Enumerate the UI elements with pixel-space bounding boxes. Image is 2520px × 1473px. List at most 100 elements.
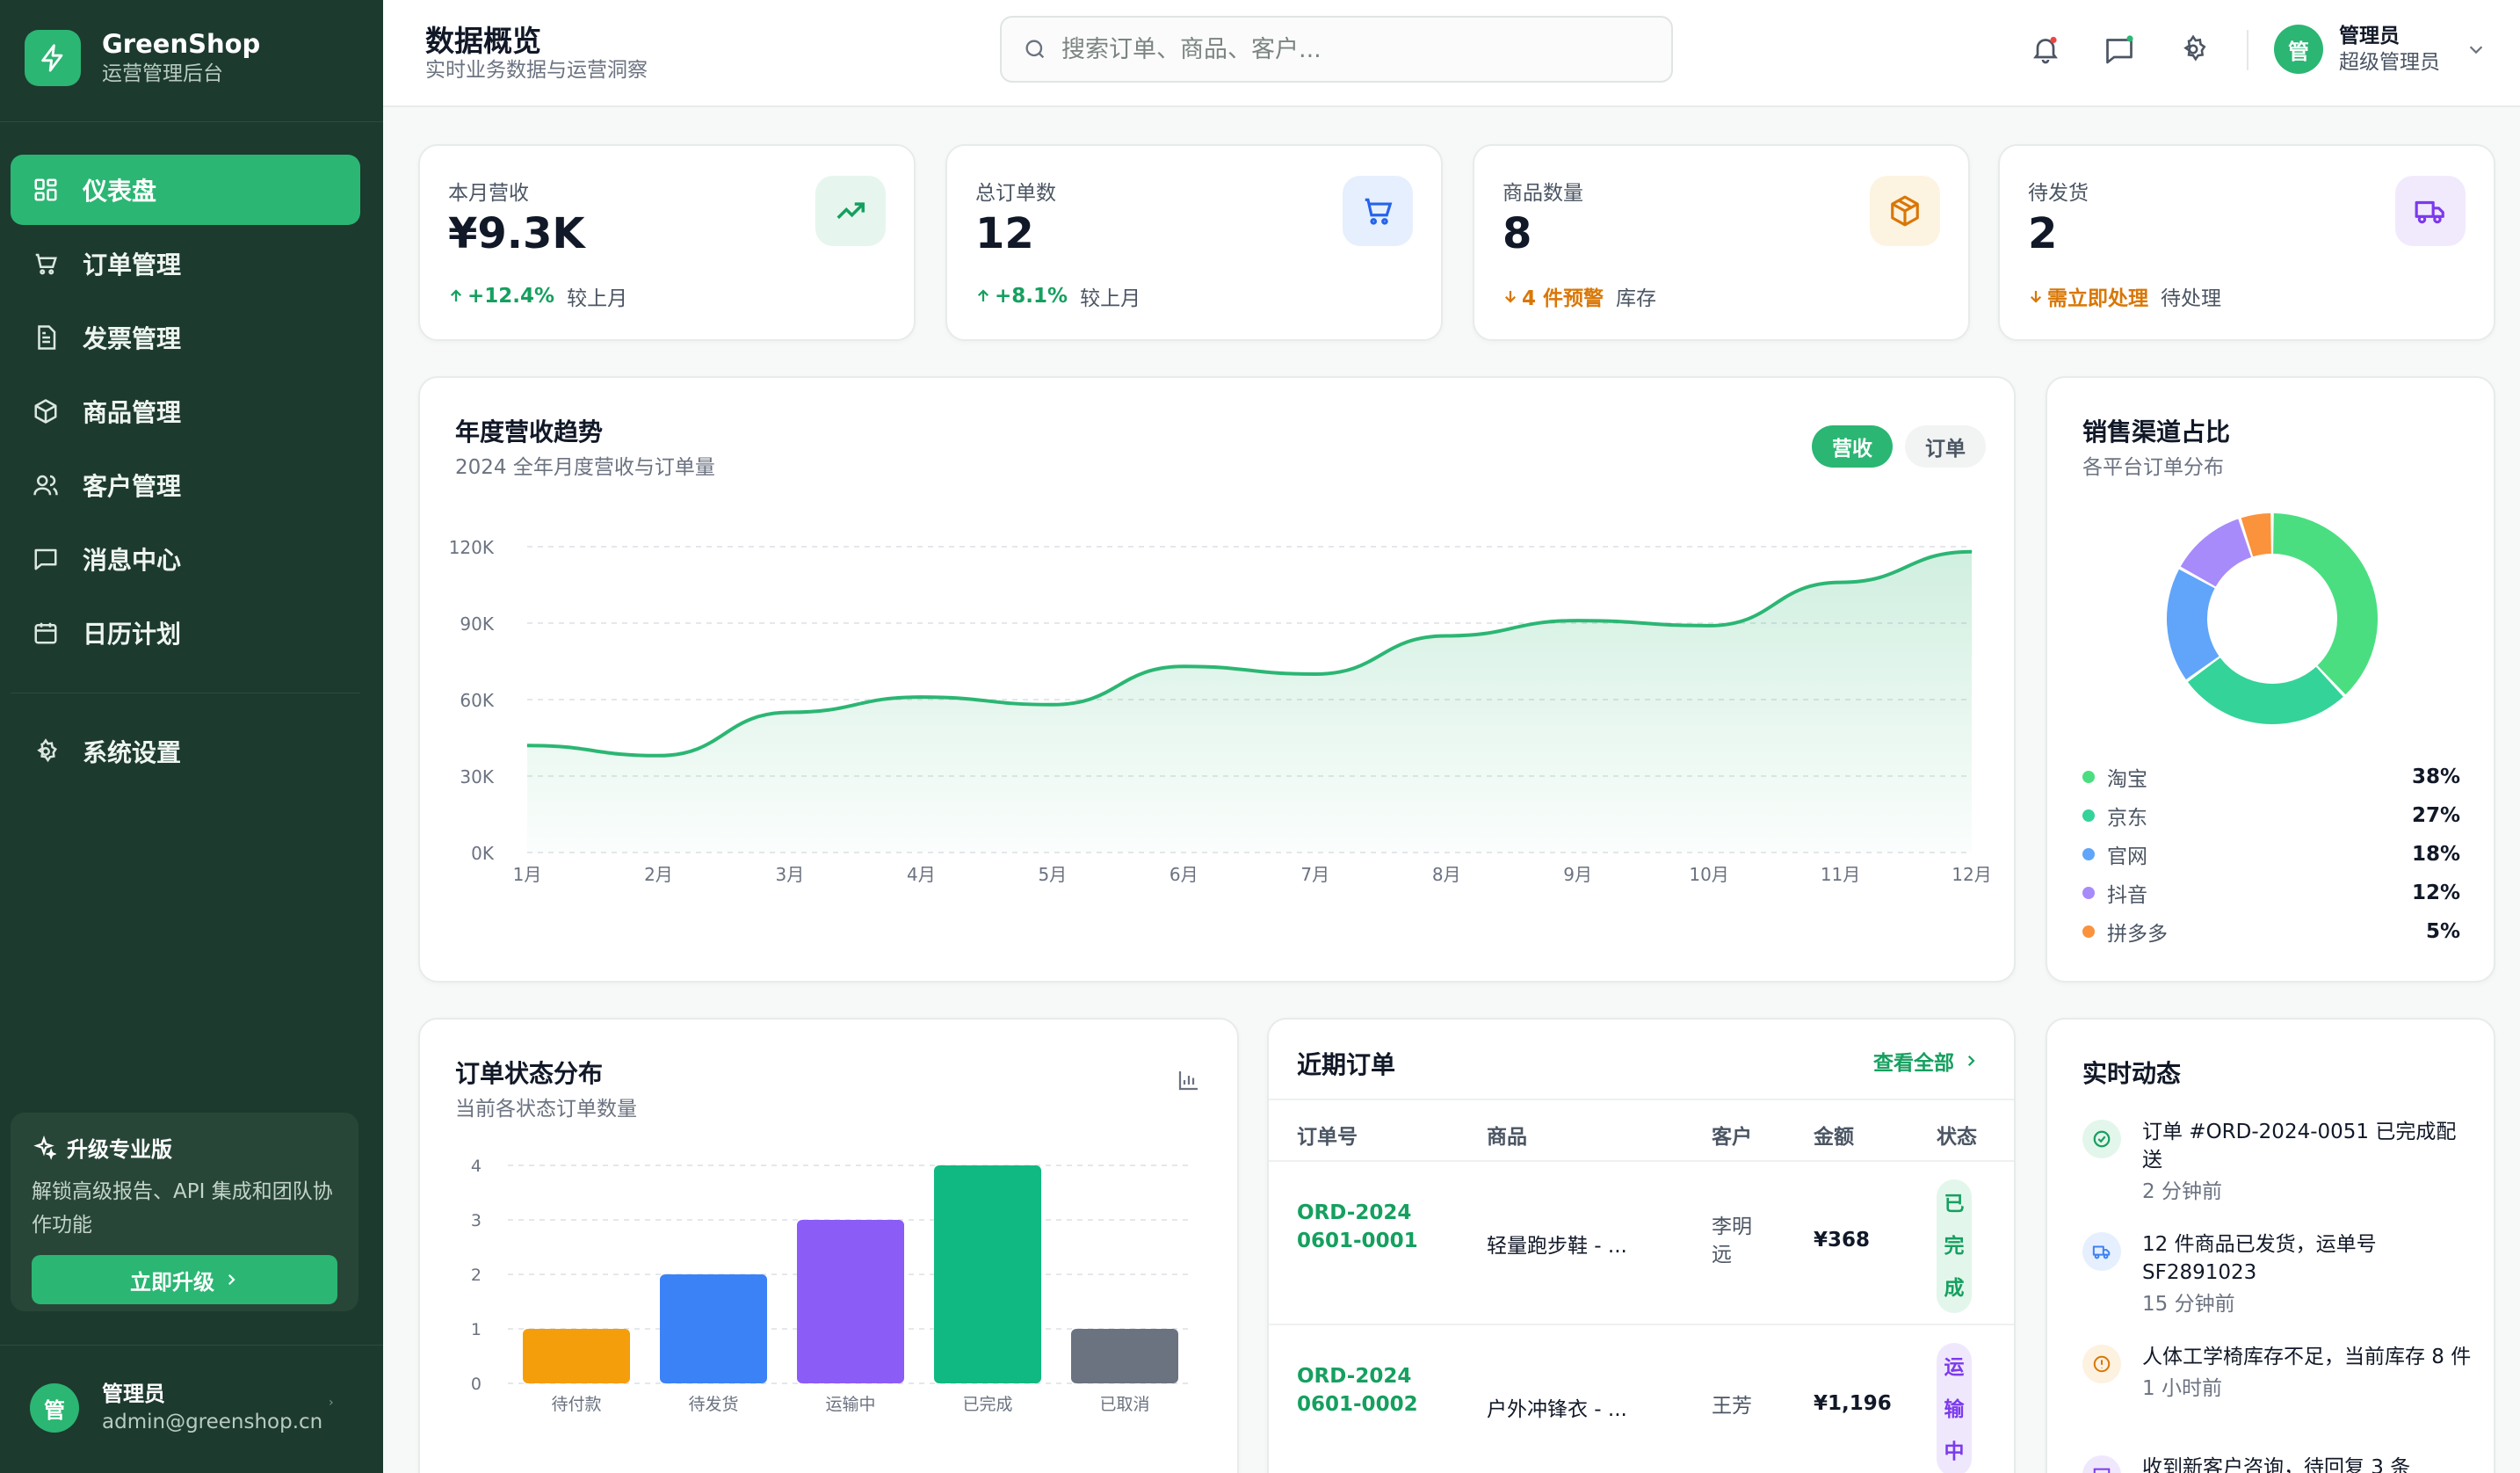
legend-value: 5% <box>2425 920 2460 943</box>
bar[interactable] <box>523 1329 630 1383</box>
users-icon <box>32 471 60 499</box>
data-point <box>1052 704 1054 706</box>
y-tick-label: 3 <box>471 1211 482 1230</box>
channel-donut-chart <box>2167 513 2378 724</box>
toggle-orders[interactable]: 订单 <box>1905 425 1986 468</box>
stat-card-revenue[interactable]: 本月营收 ¥9.3K +12.4% 较上月 <box>418 144 916 341</box>
x-tick-label: 10月 <box>1689 864 1728 885</box>
order-amount: ¥368 <box>1814 1229 1871 1252</box>
stat-value: 8 <box>1503 209 1532 258</box>
data-point <box>657 755 659 757</box>
column-header: 金额 <box>1814 1126 1854 1149</box>
toggle-revenue[interactable]: 营收 <box>1812 425 1893 468</box>
customer-name: 王芳 <box>1712 1395 1752 1418</box>
data-point <box>1708 625 1710 627</box>
legend-swatch <box>2082 887 2095 899</box>
sidebar-item-customers[interactable]: 客户管理 <box>11 450 360 520</box>
truck-icon <box>2082 1232 2121 1271</box>
stat-card-orders[interactable]: 总订单数 12 +8.1% 较上月 <box>945 144 1443 341</box>
y-tick-label: 120K <box>449 537 495 558</box>
stat-note: 较上月 <box>567 287 628 310</box>
top-header: 数据概览 实时业务数据与运营洞察 管 管理员 超级管理员 <box>383 0 2520 107</box>
avatar: 管 <box>2274 25 2323 74</box>
divider <box>0 121 383 122</box>
divider <box>0 1345 383 1346</box>
stat-card-pending-shipment[interactable]: 待发货 2 需立即处理 待处理 <box>1998 144 2495 341</box>
brand[interactable]: GreenShop 运营管理后台 <box>25 26 260 90</box>
bar[interactable] <box>797 1220 904 1383</box>
legend-item[interactable]: 官网 18% <box>2082 835 2460 874</box>
trending-up-icon <box>815 176 886 246</box>
truck-icon <box>2395 176 2466 246</box>
chevron-right-icon <box>1967 1055 1975 1067</box>
x-tick-label: 待发货 <box>688 1395 738 1414</box>
view-all-label: 查看全部 <box>1873 1052 1954 1075</box>
bar[interactable] <box>934 1165 1041 1383</box>
sidebar-item-messages[interactable]: 消息中心 <box>11 524 360 594</box>
sidebar-item-calendar[interactable]: 日历计划 <box>11 598 360 668</box>
x-tick-label: 8月 <box>1432 864 1461 885</box>
sidebar-item-label: 仪表盘 <box>83 177 157 206</box>
divider <box>2247 30 2248 70</box>
stat-card-products[interactable]: 商品数量 8 4 件预警 库存 <box>1473 144 1970 341</box>
sidebar-user[interactable]: 管 管理员 admin@greenshop.cn › <box>30 1380 334 1436</box>
data-point <box>1314 673 1316 675</box>
settings-button[interactable] <box>2174 30 2212 69</box>
bar-chart-icon[interactable] <box>1176 1067 1202 1097</box>
sidebar-item-dashboard[interactable]: 仪表盘 <box>11 155 360 225</box>
search-box[interactable] <box>1000 16 1673 83</box>
order-id[interactable]: ORD-20240601-0002 <box>1297 1362 1420 1419</box>
user-name: 管理员 <box>102 1382 165 1406</box>
sidebar-item-products[interactable]: 商品管理 <box>11 376 360 446</box>
view-all-link[interactable]: 查看全部 <box>1873 1046 1979 1076</box>
y-tick-label: 4 <box>471 1157 482 1176</box>
order-status-card: 订单状态分布 当前各状态订单数量 0 1 2 3 4 待付款 待发货 运输中 已完成 已取消 <box>418 1018 1239 1473</box>
table-row[interactable]: ORD-20240601-0002 户外冲锋衣 - ... 王芳 ¥1,196 … <box>1269 1325 2014 1473</box>
legend-swatch <box>2082 925 2095 938</box>
avatar: 管 <box>30 1383 79 1433</box>
sidebar: GreenShop 运营管理后台 仪表盘 订单管理 发票管理 商品管理 客户管理… <box>0 0 383 1473</box>
order-amount: ¥1,196 <box>1814 1392 1892 1415</box>
legend-swatch <box>2082 848 2095 860</box>
sidebar-item-orders[interactable]: 订单管理 <box>11 229 360 299</box>
upgrade-button[interactable]: 立即升级 <box>32 1255 337 1304</box>
column-header: 客户 <box>1712 1126 1752 1149</box>
package-icon <box>1870 176 1940 246</box>
sidebar-item-label: 日历计划 <box>83 620 182 649</box>
y-tick-label: 1 <box>471 1320 482 1339</box>
sidebar-item-invoices[interactable]: 发票管理 <box>11 302 360 373</box>
messages-button[interactable] <box>2100 30 2139 69</box>
activity-time: 15 分钟前 <box>2142 1293 2235 1316</box>
pie-slice[interactable] <box>2167 569 2219 680</box>
notification-button[interactable] <box>2026 30 2065 69</box>
table-row[interactable]: ORD-20240601-0001 轻量跑步鞋 - ... 李明远 ¥368 已… <box>1269 1162 2014 1325</box>
customer-name: 李明远 <box>1712 1215 1752 1266</box>
search-icon <box>1025 40 1045 59</box>
y-tick-label: 30K <box>460 766 494 787</box>
stat-label: 待发货 <box>2028 182 2089 205</box>
sidebar-item-settings[interactable]: 系统设置 <box>11 716 360 787</box>
bar[interactable] <box>660 1274 767 1383</box>
stat-value: ¥9.3K <box>448 209 585 258</box>
bell-icon <box>2033 36 2058 64</box>
data-point <box>1445 635 1447 636</box>
bar[interactable] <box>1071 1329 1178 1383</box>
chevron-right-icon <box>228 1273 235 1286</box>
more-icon[interactable]: › <box>329 1396 334 1410</box>
recent-orders-card: 近期订单 查看全部 订单号 商品 客户 金额 状态 ORD-20240601-0… <box>1267 1018 2016 1473</box>
legend-item[interactable]: 拼多多 5% <box>2082 912 2460 951</box>
upgrade-card: 升级专业版 解锁高级报告、API 集成和团队协作功能 立即升级 <box>11 1113 358 1311</box>
brand-subtitle: 运营管理后台 <box>102 62 223 85</box>
legend-item[interactable]: 抖音 12% <box>2082 874 2460 912</box>
user-menu[interactable]: 管 管理员 超级管理员 <box>2274 23 2486 76</box>
search-input[interactable] <box>1061 35 1659 63</box>
status-badge: 已完成 <box>1937 1179 1972 1313</box>
legend-item[interactable]: 京东 27% <box>2082 796 2460 835</box>
lightning-icon <box>25 30 81 86</box>
legend-item[interactable]: 淘宝 38% <box>2082 758 2460 796</box>
order-id[interactable]: ORD-20240601-0001 <box>1297 1199 1420 1255</box>
message-icon <box>32 545 60 573</box>
stat-value: 2 <box>2028 209 2058 258</box>
box-icon <box>32 397 60 425</box>
pie-slice[interactable] <box>2273 513 2378 695</box>
